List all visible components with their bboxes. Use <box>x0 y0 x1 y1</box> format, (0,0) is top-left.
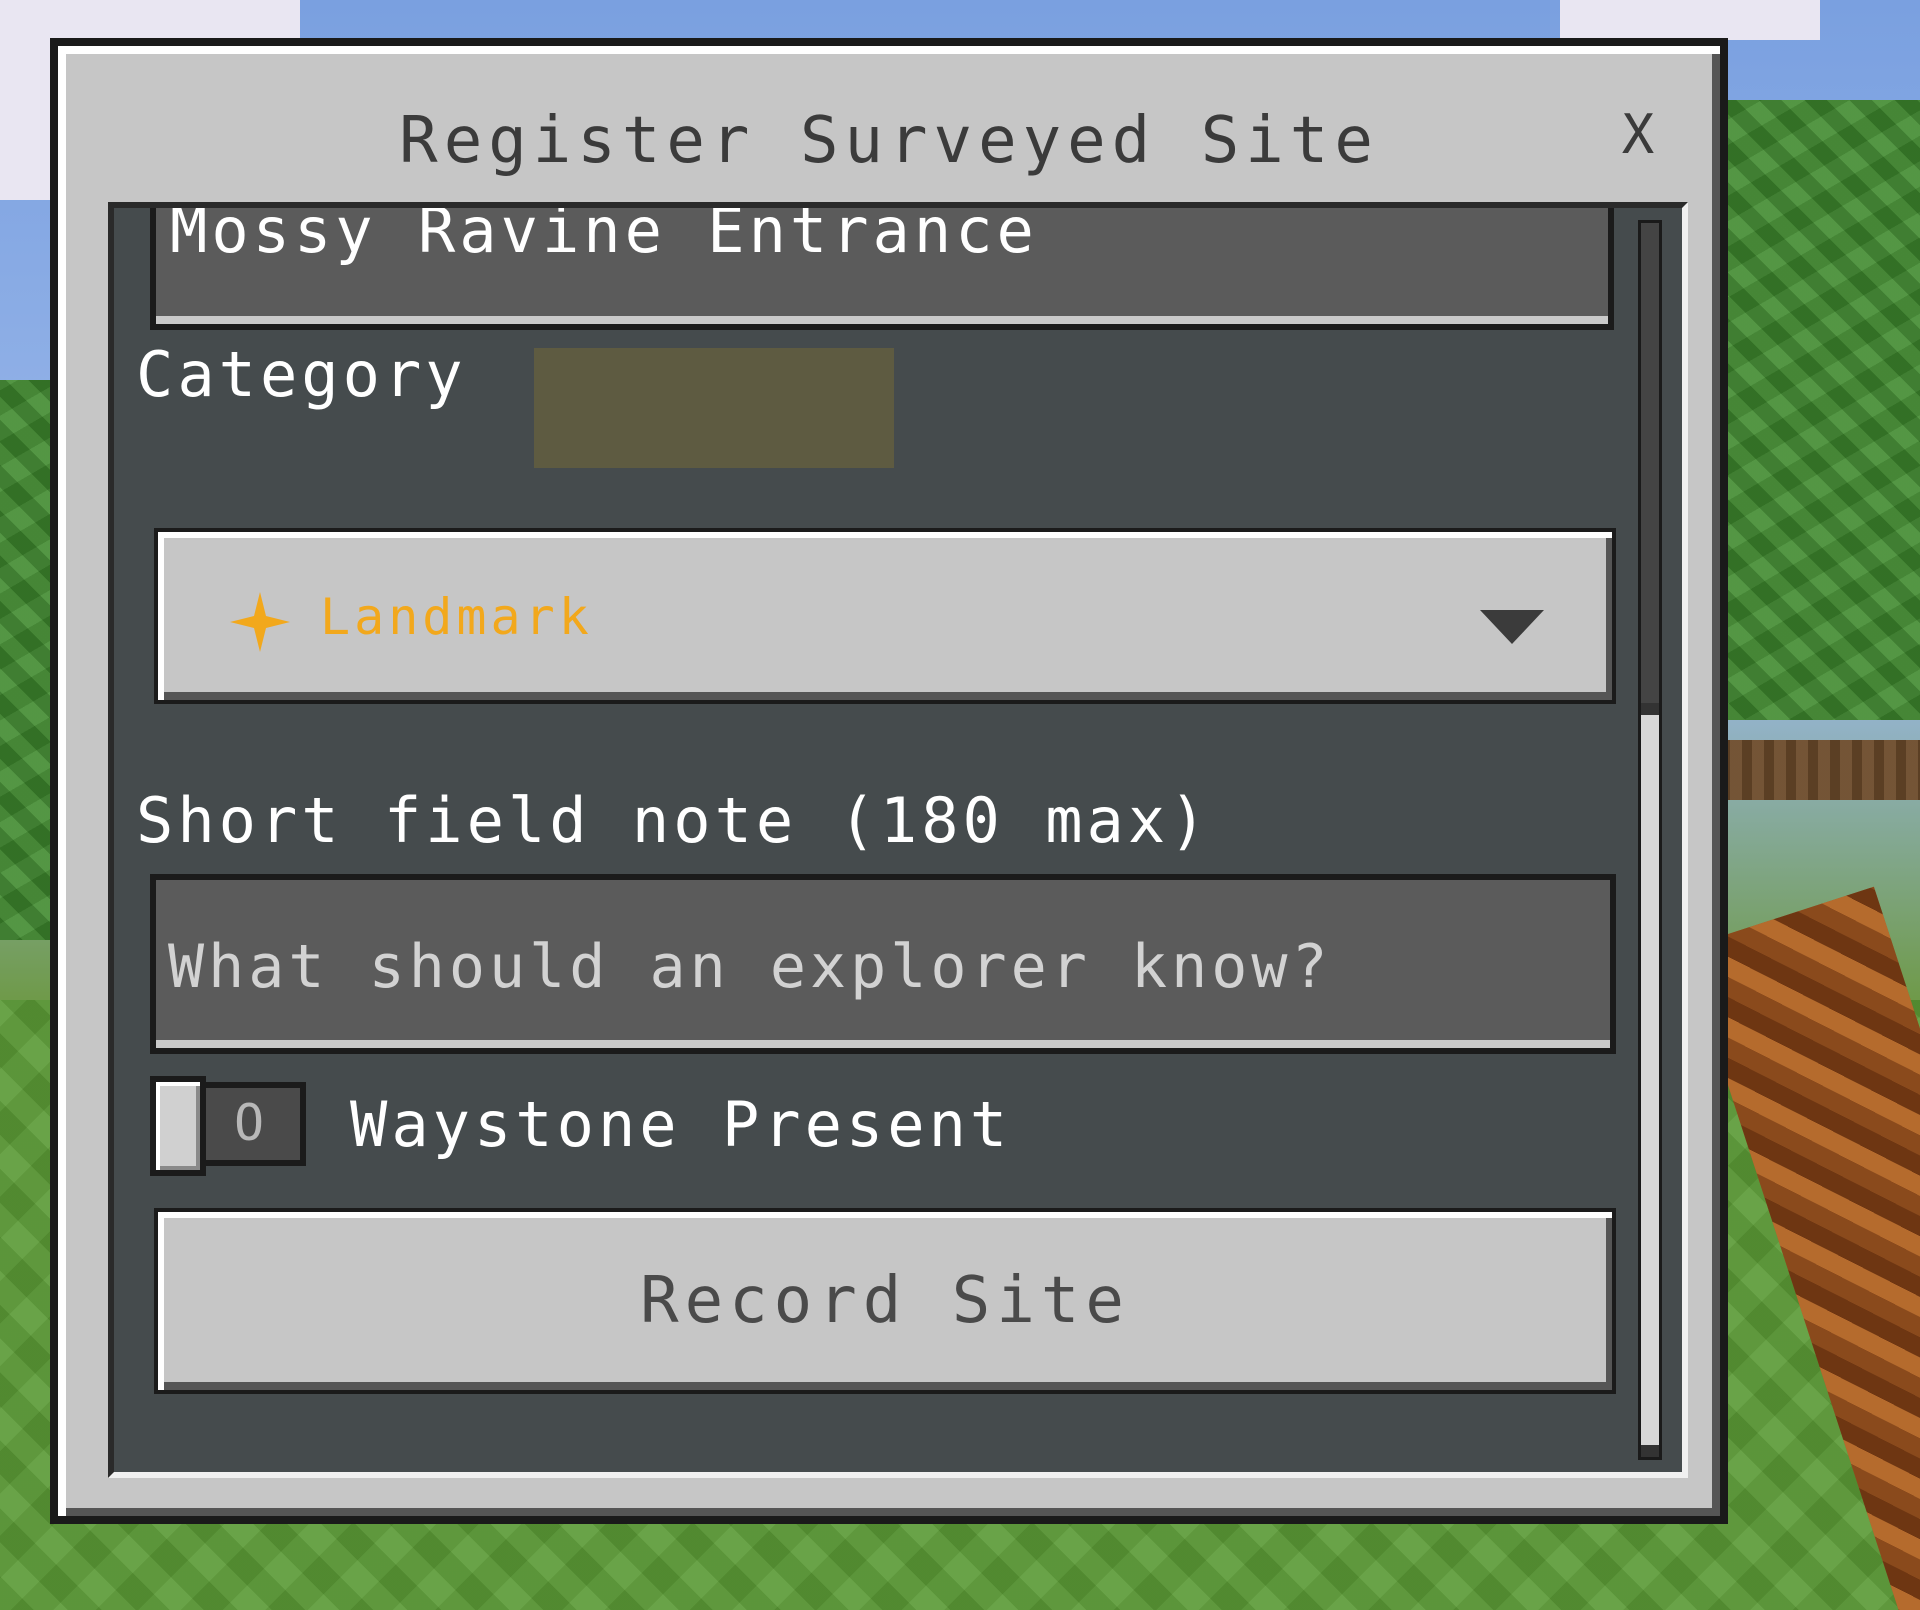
scrollbar-track[interactable] <box>1638 220 1662 1460</box>
close-button[interactable]: X <box>1608 102 1668 166</box>
category-dropdown[interactable]: Landmark <box>154 528 1616 704</box>
note-input[interactable]: What should an explorer know? <box>150 874 1616 1054</box>
note-placeholder: What should an explorer know? <box>168 932 1332 1002</box>
form-scroll-area[interactable]: Mossy Ravine Entrance Category Landmark … <box>108 202 1688 1478</box>
record-site-button[interactable]: Record Site <box>154 1208 1616 1394</box>
site-name-value: Mossy Ravine Entrance <box>170 202 1038 267</box>
toggle-knob[interactable] <box>150 1076 206 1176</box>
dialog-title: Register Surveyed Site <box>399 104 1379 178</box>
dirt-block <box>1720 740 1920 800</box>
waystone-toggle[interactable]: O <box>150 1076 306 1176</box>
chevron-down-icon <box>1480 610 1544 644</box>
waystone-label: Waystone Present <box>350 1088 1012 1161</box>
note-label: Short field note (180 max) <box>136 784 1211 857</box>
category-label: Category <box>136 338 467 411</box>
site-name-field[interactable]: Mossy Ravine Entrance <box>150 202 1614 330</box>
register-site-dialog: Register Surveyed Site X Mossy Ravine En… <box>50 38 1728 1524</box>
cloud <box>1560 0 1820 40</box>
scrollbar-upper <box>1641 223 1659 703</box>
tree-foliage <box>1700 100 1920 720</box>
scrollbar-thumb[interactable] <box>1641 715 1659 1445</box>
toggle-state-indicator: O <box>234 1094 265 1152</box>
close-icon: X <box>1621 102 1655 166</box>
star-icon <box>230 592 290 652</box>
category-selected-value: Landmark <box>320 588 593 646</box>
